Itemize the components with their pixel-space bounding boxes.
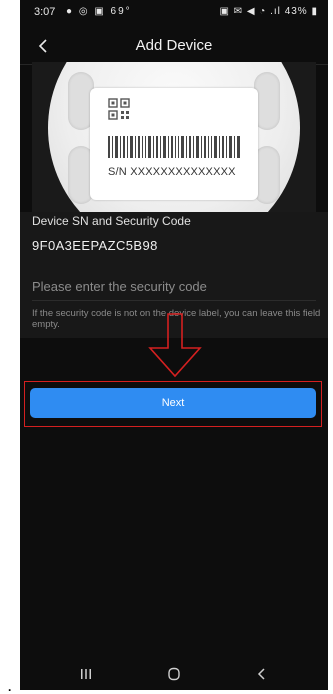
corner-dot: . <box>8 680 12 694</box>
qr-code-icon <box>108 98 130 120</box>
system-nav-bar <box>20 658 328 690</box>
sn-section-label: Device SN and Security Code <box>32 214 191 228</box>
recents-button[interactable] <box>66 660 106 688</box>
status-time: 3:07 <box>34 6 56 18</box>
device-illustration: S/N XXXXXXXXXXXXXX <box>32 62 316 212</box>
page-title: Add Device <box>135 37 213 54</box>
battery-icon: ▮ <box>311 6 318 17</box>
nav-back-button[interactable] <box>242 660 282 688</box>
status-right-group: ▣ ✉ ◀ ◔ .ıl 43% ▮ <box>219 6 318 17</box>
security-code-input[interactable] <box>32 272 316 301</box>
phone-screen: 3:07 ● ◎ ▣ 69° ▣ ✉ ◀ ◔ .ıl 43% ▮ Add Dev… <box>20 0 328 690</box>
recents-icon <box>81 669 91 679</box>
label-serial-number: S/N XXXXXXXXXXXXXX <box>108 166 236 178</box>
device-sn-value: 9F0A3EEPAZC5B98 <box>32 238 158 253</box>
next-button[interactable]: Next <box>30 388 316 418</box>
home-icon <box>168 667 180 681</box>
home-button[interactable] <box>154 660 194 688</box>
device-label-sticker: S/N XXXXXXXXXXXXXX <box>90 88 258 200</box>
barcode-icon <box>108 136 240 158</box>
battery-level: 43% <box>284 6 308 17</box>
notification-icons: ● ◎ ▣ 69° <box>66 6 132 17</box>
annotation-arrow-icon <box>148 313 202 378</box>
back-icon <box>257 668 265 680</box>
chevron-left-icon <box>38 39 47 53</box>
system-status-icons: ▣ ✉ ◀ ◔ .ıl <box>219 6 281 17</box>
back-button[interactable] <box>30 32 58 60</box>
status-bar: 3:07 ● ◎ ▣ 69° ▣ ✉ ◀ ◔ .ıl 43% ▮ <box>20 0 328 26</box>
header: Add Device <box>20 28 328 65</box>
